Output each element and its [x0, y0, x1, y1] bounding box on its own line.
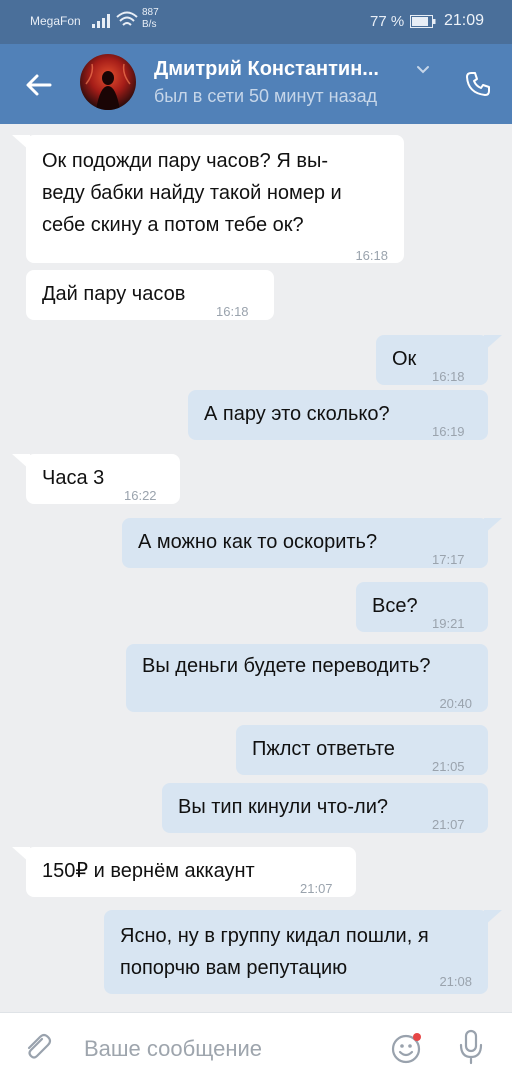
message-time: 16:18 [432, 369, 465, 384]
phone-icon[interactable] [464, 70, 492, 98]
microphone-icon[interactable] [458, 1029, 484, 1065]
network-speed-value: 887 [142, 7, 159, 18]
avatar-figure-icon [85, 63, 131, 110]
message-time: 16:19 [432, 424, 465, 439]
message-input[interactable] [82, 1035, 366, 1063]
bubble-tail [484, 910, 502, 926]
signal-icon [92, 14, 110, 28]
message-text: Ясно, ну в группу кидал пошли, я попорчю… [120, 925, 429, 979]
message-text: А можно как то оскорить? [138, 531, 378, 553]
bubble-tail [12, 135, 30, 151]
wifi-icon [116, 11, 138, 26]
message-time: 16:18 [355, 248, 388, 263]
message-text: Дай пару часов [42, 283, 186, 305]
contact-name[interactable]: Дмитрий Константин... [154, 58, 379, 81]
message-time: 21:08 [439, 974, 472, 989]
message-bubble-outgoing[interactable]: Ясно, ну в группу кидал пошли, я попорчю… [104, 910, 502, 994]
arrow-left-icon[interactable] [22, 68, 56, 102]
chat-header: Дмитрий Константин... был в сети 50 мину… [0, 44, 512, 124]
message-text: Ок [392, 348, 417, 370]
message-time: 21:07 [432, 817, 465, 832]
battery-percent: 77 % [370, 13, 405, 30]
message-time: 19:21 [432, 616, 465, 631]
message-bubble-incoming[interactable]: 150₽ и вернём аккаунт 21:07 [12, 847, 356, 897]
message-bubble-outgoing[interactable]: Все? 19:21 [356, 582, 488, 632]
clock: 21:09 [444, 12, 485, 29]
carrier-name: MegaFon [30, 14, 81, 28]
last-seen-status: был в сети 50 минут назад [154, 86, 378, 106]
message-time: 20:40 [439, 696, 472, 711]
chevron-down-icon[interactable] [414, 62, 432, 76]
message-text: Вы тип кинули что-ли? [178, 796, 389, 818]
message-list[interactable]: Ок подожди пару часов? Я вы- веду бабки … [0, 124, 512, 1012]
bubble-tail [484, 518, 502, 534]
message-time: 17:17 [432, 552, 465, 567]
network-speed-unit: B/s [142, 19, 157, 30]
bubble-tail [12, 847, 30, 863]
message-bubble-incoming[interactable]: Дай пару часов 16:18 [26, 270, 274, 320]
network-speed: 887 B/s [142, 7, 159, 31]
paperclip-icon[interactable] [22, 1031, 54, 1063]
message-bubble-outgoing[interactable]: А можно как то оскорить? 17:17 [122, 518, 502, 568]
message-text: Пжлст ответьте [252, 738, 395, 760]
bubble-tail [12, 454, 30, 470]
message-time: 21:05 [432, 759, 465, 774]
message-time: 16:18 [216, 304, 249, 319]
message-bubble-outgoing[interactable]: Ок 16:18 [376, 335, 502, 385]
message-bubble-incoming[interactable]: Ок подожди пару часов? Я вы- веду бабки … [12, 135, 404, 263]
message-bubble-outgoing[interactable]: Вы деньги будете переводить? 20:40 [126, 644, 488, 712]
message-text: 150₽ и вернём аккаунт [42, 860, 255, 882]
message-text: Все? [372, 595, 418, 617]
message-bubble-outgoing[interactable]: Вы тип кинули что-ли? 21:07 [162, 783, 488, 833]
message-text: А пару это сколько? [204, 403, 390, 425]
message-text: Вы деньги будете переводить? [142, 655, 431, 677]
message-time: 16:22 [124, 488, 157, 503]
bubble-tail [484, 335, 502, 351]
message-time: 21:07 [300, 881, 333, 896]
status-bar: MegaFon 887 B/s 77 % 21:09 [0, 0, 512, 44]
message-bubble-incoming[interactable]: Часа 3 16:22 [12, 454, 180, 504]
message-bubble-outgoing[interactable]: А пару это сколько? 16:19 [188, 390, 488, 440]
message-bubble-outgoing[interactable]: Пжлст ответьте 21:05 [236, 725, 488, 775]
message-text: Часа 3 [42, 467, 105, 489]
sticker-icon[interactable] [390, 1031, 424, 1065]
compose-bar [0, 1012, 512, 1081]
avatar[interactable] [80, 54, 136, 110]
battery-icon [410, 15, 436, 28]
message-text: Ок подожди пару часов? Я вы- веду бабки … [42, 150, 342, 236]
